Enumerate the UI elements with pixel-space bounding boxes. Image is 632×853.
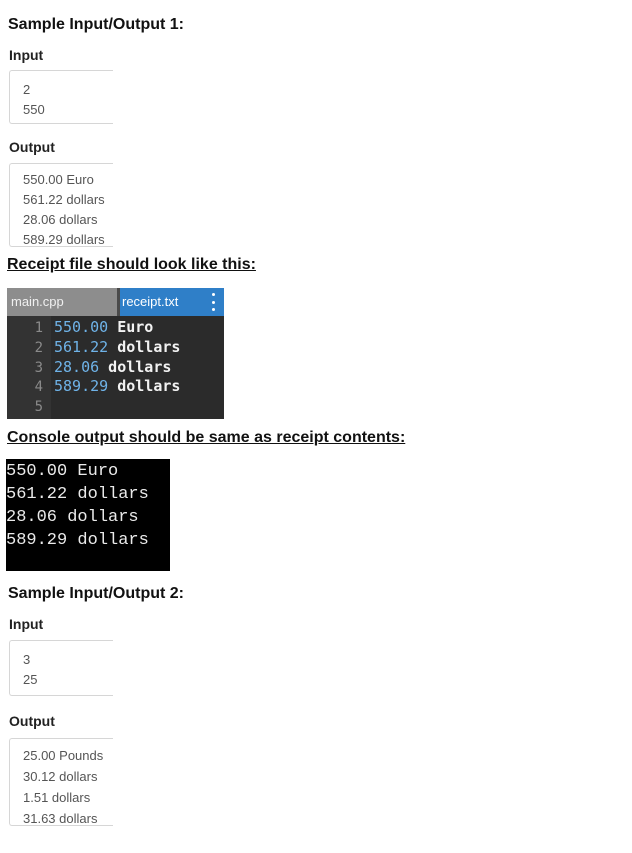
output-line: 550.00 Euro <box>23 172 94 187</box>
line-number: 3 <box>34 359 43 376</box>
code-line: 3 28.06 dollars <box>7 358 224 378</box>
sample2-input-label: Input <box>9 616 44 632</box>
code-line: 4 589.29 dollars <box>7 377 224 397</box>
sample1-output-box: 550.00 Euro 561.22 dollars 28.06 dollars… <box>9 163 113 247</box>
code-word: dollars <box>108 377 181 396</box>
output-line: 30.12 dollars <box>23 769 98 784</box>
sample1-input-box: 2 550 <box>9 70 113 124</box>
input-line: 2 <box>23 82 31 97</box>
code-area[interactable]: 1 550.00 Euro 2 561.22 dollars 3 28.06 doll… <box>7 318 224 417</box>
input-line: 550 <box>23 102 45 117</box>
line-number: 1 <box>34 320 43 336</box>
output-line: 25.00 Pounds <box>23 748 104 763</box>
output-line: 28.06 dollars <box>23 212 98 227</box>
line-number: 2 <box>34 339 43 356</box>
sample2-output-box: 25.00 Pounds 30.12 dollars 1.51 dollars … <box>9 738 113 826</box>
console-heading: Console output should be same as receipt… <box>7 429 406 446</box>
kebab-menu-icon[interactable] <box>211 293 215 311</box>
console-line: 28.06 dollars <box>6 508 139 527</box>
sample1-heading: Sample Input/Output 1: <box>8 16 184 33</box>
code-line: 1 550.00 Euro <box>7 318 224 338</box>
sample2-heading: Sample Input/Output 2: <box>8 585 184 602</box>
receipt-heading: Receipt file should look like this: <box>7 256 256 273</box>
output-line: 561.22 dollars <box>23 192 105 207</box>
console-output: 550.00 Euro 561.22 dollars 28.06 dollars… <box>6 459 170 571</box>
code-number: 561.22 <box>54 337 109 356</box>
code-word: dollars <box>99 357 172 376</box>
code-number: 550.00 <box>54 318 109 336</box>
console-line: 589.29 dollars <box>6 531 149 550</box>
code-editor: main.cpp receipt.txt 1 550.00 Euro 2 561.2… <box>7 288 224 419</box>
code-number: 589.29 <box>54 377 109 396</box>
input-line: 3 <box>23 652 31 667</box>
sample1-output-label: Output <box>9 139 55 155</box>
sample2-output-label: Output <box>9 713 55 729</box>
sample2-input-box: 3 25 <box>9 640 113 696</box>
sample1-input-label: Input <box>9 47 44 63</box>
output-line: 31.63 dollars <box>23 811 98 826</box>
line-number: 4 <box>34 379 43 396</box>
input-line: 25 <box>23 672 38 687</box>
code-line: 5 <box>7 397 224 417</box>
code-word: Euro <box>108 318 154 336</box>
line-number: 5 <box>34 399 43 416</box>
code-number: 28.06 <box>54 357 100 376</box>
code-word: dollars <box>108 337 181 356</box>
tab-receipt-txt[interactable]: receipt.txt <box>120 288 224 316</box>
editor-tab-bar: main.cpp receipt.txt <box>7 288 224 316</box>
console-line: 550.00 Euro <box>6 462 119 481</box>
output-line: 1.51 dollars <box>23 790 91 805</box>
code-line: 2 561.22 dollars <box>7 338 224 358</box>
console-line: 561.22 dollars <box>6 485 149 504</box>
tab-main-cpp[interactable]: main.cpp <box>7 288 117 316</box>
output-line: 589.29 dollars <box>23 232 105 247</box>
